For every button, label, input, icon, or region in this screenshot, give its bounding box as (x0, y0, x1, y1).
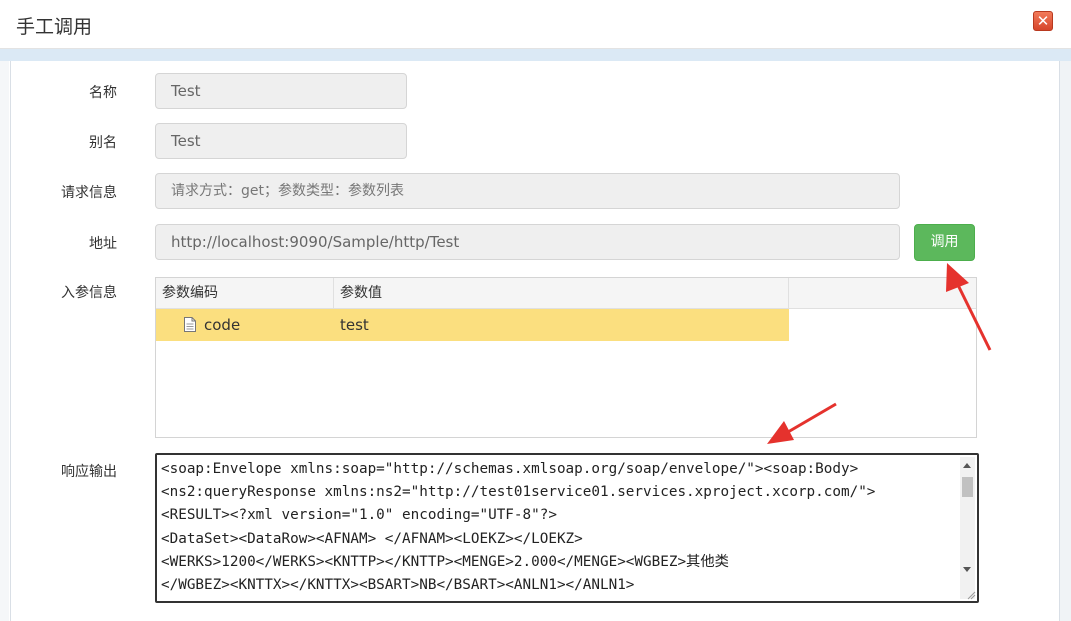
response-text: <soap:Envelope xmlns:soap="http://schema… (161, 458, 956, 597)
response-line: </WGBEZ><KNTTX></KNTTX><BSART>NB</BSART>… (161, 577, 635, 594)
scroll-up-icon[interactable] (963, 463, 971, 468)
request-info-label: 请求信息 (61, 185, 117, 201)
vertical-scrollbar[interactable] (960, 457, 975, 599)
document-icon (184, 317, 196, 332)
response-line: <DataSet><DataRow><AFNAM> </AFNAM><LOEKZ… (161, 530, 583, 547)
address-label: 地址 (89, 236, 117, 252)
params-label: 入参信息 (61, 285, 117, 301)
cell-code: code (204, 316, 241, 334)
alias-label: 别名 (89, 135, 117, 151)
cell-value[interactable]: test (340, 309, 369, 341)
dialog-title: 手工调用 (16, 16, 93, 38)
address-field[interactable]: http://localhost:9090/Sample/http/Test (155, 224, 900, 260)
right-edge (1060, 61, 1071, 621)
close-icon: ✕ (1036, 12, 1050, 30)
scroll-thumb[interactable] (962, 477, 973, 497)
header-band (0, 49, 1071, 61)
column-header-code[interactable]: 参数编码 (156, 278, 334, 308)
alias-field[interactable]: Test (155, 123, 407, 159)
scroll-down-icon[interactable] (963, 567, 971, 572)
response-textarea[interactable]: <soap:Envelope xmlns:soap="http://schema… (155, 453, 979, 603)
grid-header: 参数编码 参数值 (156, 278, 976, 309)
table-row[interactable]: code test (156, 309, 789, 341)
resize-grip-icon[interactable] (966, 590, 976, 600)
response-line: <WERKS>1200</WERKS><KNTTP></KNTTP><MENGE… (161, 553, 729, 570)
response-line: <soap:Envelope xmlns:soap="http://schema… (161, 461, 859, 477)
response-line: <RESULT><?xml version="1.0" encoding="UT… (161, 507, 557, 524)
close-button[interactable]: ✕ (1033, 11, 1053, 31)
request-info-field[interactable]: 请求方式：get；参数类型：参数列表 (155, 173, 900, 209)
name-field[interactable]: Test (155, 73, 407, 109)
call-button[interactable]: 调用 (914, 224, 975, 261)
column-header-value[interactable]: 参数值 (334, 278, 789, 308)
response-line: <ns2:queryResponse xmlns:ns2="http://tes… (161, 484, 876, 501)
params-grid: 参数编码 参数值 code test (155, 277, 977, 438)
left-edge (0, 61, 9, 621)
dialog-titlebar: 手工调用 ✕ (0, 0, 1071, 49)
name-label: 名称 (89, 85, 117, 101)
response-label: 响应输出 (61, 464, 117, 480)
